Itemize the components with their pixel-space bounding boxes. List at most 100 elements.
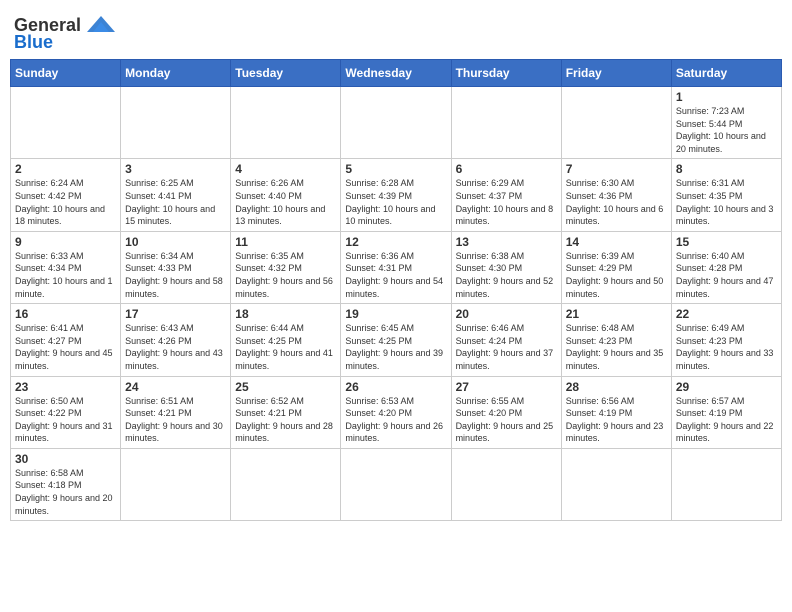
day-info: Sunrise: 6:35 AM Sunset: 4:32 PM Dayligh…	[235, 250, 336, 300]
page-header: General Blue	[10, 10, 782, 53]
calendar-cell: 29Sunrise: 6:57 AM Sunset: 4:19 PM Dayli…	[671, 376, 781, 448]
day-number: 20	[456, 307, 557, 321]
weekday-header-friday: Friday	[561, 60, 671, 87]
day-number: 26	[345, 380, 446, 394]
calendar-cell: 28Sunrise: 6:56 AM Sunset: 4:19 PM Dayli…	[561, 376, 671, 448]
day-number: 11	[235, 235, 336, 249]
day-number: 16	[15, 307, 116, 321]
calendar-cell	[341, 448, 451, 520]
logo: General Blue	[14, 10, 119, 53]
calendar-cell: 13Sunrise: 6:38 AM Sunset: 4:30 PM Dayli…	[451, 231, 561, 303]
day-info: Sunrise: 6:55 AM Sunset: 4:20 PM Dayligh…	[456, 395, 557, 445]
day-number: 17	[125, 307, 226, 321]
day-info: Sunrise: 6:56 AM Sunset: 4:19 PM Dayligh…	[566, 395, 667, 445]
day-info: Sunrise: 6:49 AM Sunset: 4:23 PM Dayligh…	[676, 322, 777, 372]
calendar-cell	[231, 87, 341, 159]
day-number: 15	[676, 235, 777, 249]
day-number: 8	[676, 162, 777, 176]
day-info: Sunrise: 6:46 AM Sunset: 4:24 PM Dayligh…	[456, 322, 557, 372]
day-info: Sunrise: 6:28 AM Sunset: 4:39 PM Dayligh…	[345, 177, 446, 227]
calendar-cell: 12Sunrise: 6:36 AM Sunset: 4:31 PM Dayli…	[341, 231, 451, 303]
day-info: Sunrise: 6:34 AM Sunset: 4:33 PM Dayligh…	[125, 250, 226, 300]
calendar-cell	[561, 87, 671, 159]
calendar-table: SundayMondayTuesdayWednesdayThursdayFrid…	[10, 59, 782, 521]
calendar-week-row: 9Sunrise: 6:33 AM Sunset: 4:34 PM Daylig…	[11, 231, 782, 303]
day-number: 27	[456, 380, 557, 394]
day-info: Sunrise: 6:24 AM Sunset: 4:42 PM Dayligh…	[15, 177, 116, 227]
calendar-week-row: 23Sunrise: 6:50 AM Sunset: 4:22 PM Dayli…	[11, 376, 782, 448]
day-number: 3	[125, 162, 226, 176]
calendar-cell: 7Sunrise: 6:30 AM Sunset: 4:36 PM Daylig…	[561, 159, 671, 231]
day-number: 7	[566, 162, 667, 176]
day-info: Sunrise: 6:31 AM Sunset: 4:35 PM Dayligh…	[676, 177, 777, 227]
calendar-cell: 6Sunrise: 6:29 AM Sunset: 4:37 PM Daylig…	[451, 159, 561, 231]
day-info: Sunrise: 6:50 AM Sunset: 4:22 PM Dayligh…	[15, 395, 116, 445]
day-number: 23	[15, 380, 116, 394]
calendar-cell: 26Sunrise: 6:53 AM Sunset: 4:20 PM Dayli…	[341, 376, 451, 448]
calendar-cell: 17Sunrise: 6:43 AM Sunset: 4:26 PM Dayli…	[121, 304, 231, 376]
day-info: Sunrise: 6:33 AM Sunset: 4:34 PM Dayligh…	[15, 250, 116, 300]
calendar-cell: 11Sunrise: 6:35 AM Sunset: 4:32 PM Dayli…	[231, 231, 341, 303]
day-number: 6	[456, 162, 557, 176]
day-info: Sunrise: 6:53 AM Sunset: 4:20 PM Dayligh…	[345, 395, 446, 445]
day-info: Sunrise: 6:43 AM Sunset: 4:26 PM Dayligh…	[125, 322, 226, 372]
calendar-cell: 16Sunrise: 6:41 AM Sunset: 4:27 PM Dayli…	[11, 304, 121, 376]
calendar-cell: 18Sunrise: 6:44 AM Sunset: 4:25 PM Dayli…	[231, 304, 341, 376]
day-number: 1	[676, 90, 777, 104]
day-info: Sunrise: 6:44 AM Sunset: 4:25 PM Dayligh…	[235, 322, 336, 372]
day-number: 21	[566, 307, 667, 321]
calendar-cell: 27Sunrise: 6:55 AM Sunset: 4:20 PM Dayli…	[451, 376, 561, 448]
day-info: Sunrise: 6:36 AM Sunset: 4:31 PM Dayligh…	[345, 250, 446, 300]
day-number: 12	[345, 235, 446, 249]
calendar-cell	[121, 87, 231, 159]
calendar-cell: 3Sunrise: 6:25 AM Sunset: 4:41 PM Daylig…	[121, 159, 231, 231]
day-info: Sunrise: 6:58 AM Sunset: 4:18 PM Dayligh…	[15, 467, 116, 517]
day-info: Sunrise: 6:45 AM Sunset: 4:25 PM Dayligh…	[345, 322, 446, 372]
day-info: Sunrise: 6:38 AM Sunset: 4:30 PM Dayligh…	[456, 250, 557, 300]
day-number: 25	[235, 380, 336, 394]
calendar-cell: 14Sunrise: 6:39 AM Sunset: 4:29 PM Dayli…	[561, 231, 671, 303]
calendar-cell	[671, 448, 781, 520]
calendar-cell: 4Sunrise: 6:26 AM Sunset: 4:40 PM Daylig…	[231, 159, 341, 231]
day-number: 2	[15, 162, 116, 176]
calendar-cell: 1Sunrise: 7:23 AM Sunset: 5:44 PM Daylig…	[671, 87, 781, 159]
day-info: Sunrise: 6:39 AM Sunset: 4:29 PM Dayligh…	[566, 250, 667, 300]
day-info: Sunrise: 6:29 AM Sunset: 4:37 PM Dayligh…	[456, 177, 557, 227]
day-number: 10	[125, 235, 226, 249]
calendar-cell: 23Sunrise: 6:50 AM Sunset: 4:22 PM Dayli…	[11, 376, 121, 448]
day-info: Sunrise: 6:30 AM Sunset: 4:36 PM Dayligh…	[566, 177, 667, 227]
calendar-week-row: 30Sunrise: 6:58 AM Sunset: 4:18 PM Dayli…	[11, 448, 782, 520]
calendar-cell	[341, 87, 451, 159]
weekday-header-wednesday: Wednesday	[341, 60, 451, 87]
calendar-cell	[451, 448, 561, 520]
weekday-header-row: SundayMondayTuesdayWednesdayThursdayFrid…	[11, 60, 782, 87]
calendar-cell: 2Sunrise: 6:24 AM Sunset: 4:42 PM Daylig…	[11, 159, 121, 231]
day-number: 30	[15, 452, 116, 466]
logo-text-blue: Blue	[14, 32, 53, 53]
calendar-cell: 20Sunrise: 6:46 AM Sunset: 4:24 PM Dayli…	[451, 304, 561, 376]
day-number: 14	[566, 235, 667, 249]
calendar-cell: 8Sunrise: 6:31 AM Sunset: 4:35 PM Daylig…	[671, 159, 781, 231]
weekday-header-thursday: Thursday	[451, 60, 561, 87]
calendar-cell	[231, 448, 341, 520]
calendar-cell: 15Sunrise: 6:40 AM Sunset: 4:28 PM Dayli…	[671, 231, 781, 303]
day-info: Sunrise: 6:25 AM Sunset: 4:41 PM Dayligh…	[125, 177, 226, 227]
day-number: 4	[235, 162, 336, 176]
day-number: 18	[235, 307, 336, 321]
calendar-cell: 5Sunrise: 6:28 AM Sunset: 4:39 PM Daylig…	[341, 159, 451, 231]
calendar-cell: 9Sunrise: 6:33 AM Sunset: 4:34 PM Daylig…	[11, 231, 121, 303]
calendar-cell	[561, 448, 671, 520]
calendar-week-row: 2Sunrise: 6:24 AM Sunset: 4:42 PM Daylig…	[11, 159, 782, 231]
day-info: Sunrise: 6:40 AM Sunset: 4:28 PM Dayligh…	[676, 250, 777, 300]
day-number: 29	[676, 380, 777, 394]
day-info: Sunrise: 6:41 AM Sunset: 4:27 PM Dayligh…	[15, 322, 116, 372]
calendar-cell: 25Sunrise: 6:52 AM Sunset: 4:21 PM Dayli…	[231, 376, 341, 448]
calendar-cell: 24Sunrise: 6:51 AM Sunset: 4:21 PM Dayli…	[121, 376, 231, 448]
calendar-cell: 19Sunrise: 6:45 AM Sunset: 4:25 PM Dayli…	[341, 304, 451, 376]
calendar-cell: 21Sunrise: 6:48 AM Sunset: 4:23 PM Dayli…	[561, 304, 671, 376]
day-number: 22	[676, 307, 777, 321]
calendar-cell: 22Sunrise: 6:49 AM Sunset: 4:23 PM Dayli…	[671, 304, 781, 376]
day-info: Sunrise: 6:26 AM Sunset: 4:40 PM Dayligh…	[235, 177, 336, 227]
weekday-header-tuesday: Tuesday	[231, 60, 341, 87]
weekday-header-saturday: Saturday	[671, 60, 781, 87]
